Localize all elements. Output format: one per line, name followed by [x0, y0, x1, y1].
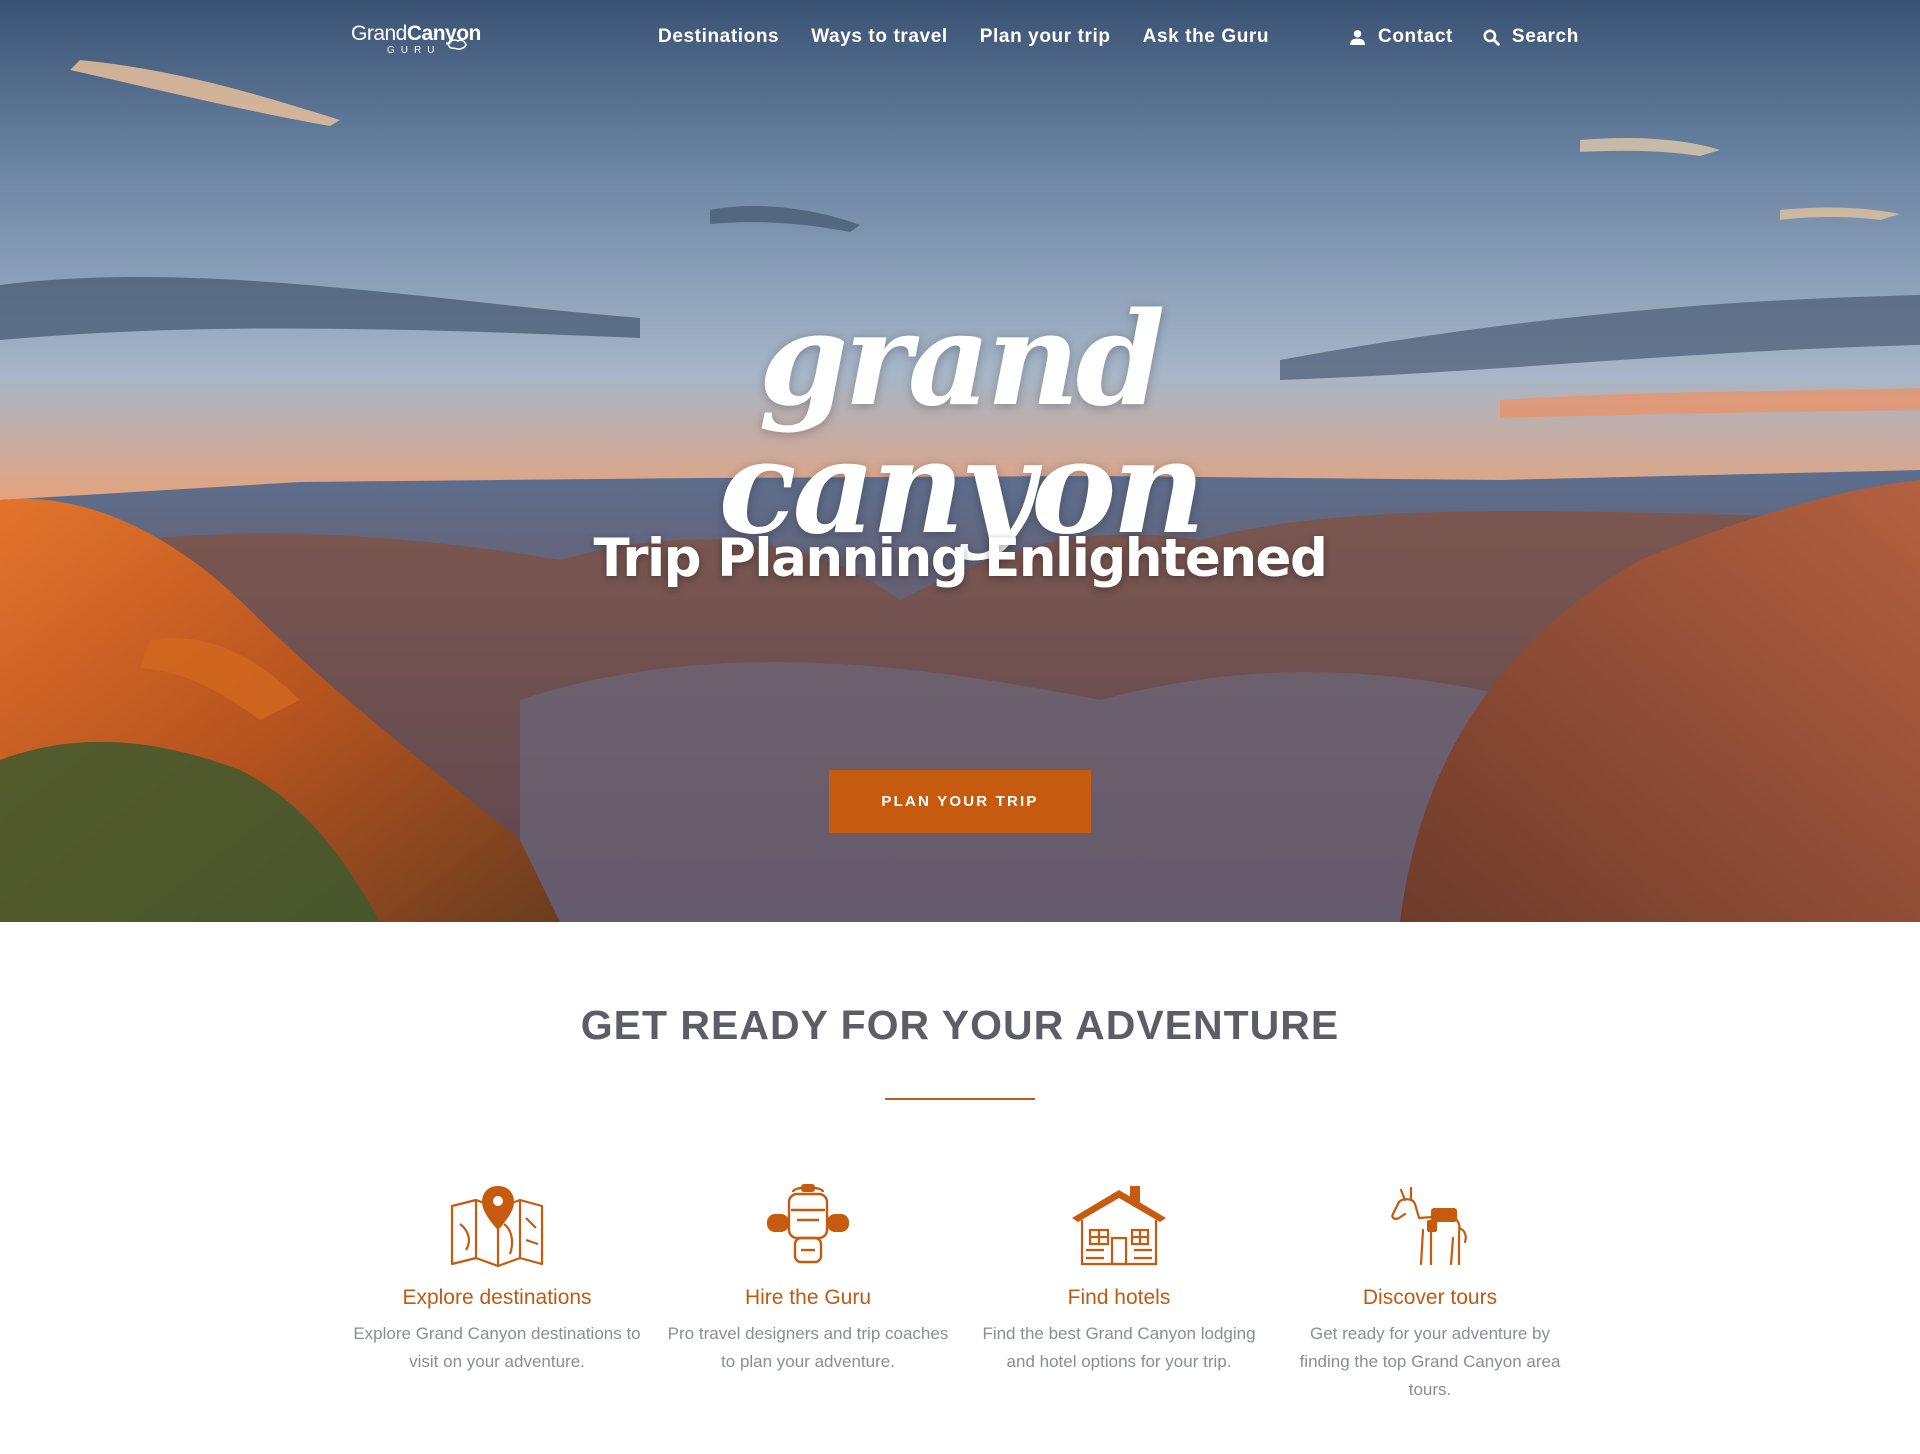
user-icon [1350, 29, 1365, 45]
nav-plan-your-trip[interactable]: Plan your trip [980, 26, 1111, 48]
utility-links: Contact Search [1349, 26, 1579, 48]
map-pin-icon [450, 1186, 544, 1268]
feature-title: Find hotels [1067, 1286, 1171, 1309]
feature-hire-the-guru[interactable]: Hire the Guru Pro travel designers and t… [663, 1184, 953, 1376]
feature-discover-tours[interactable]: Discover tours Get ready for your advent… [1285, 1184, 1575, 1404]
contact-label: Contact [1378, 26, 1453, 47]
feature-title: Discover tours [1362, 1286, 1498, 1309]
feature-description: Find the best Grand Canyon lodging and h… [982, 1324, 1256, 1371]
search-label: Search [1511, 26, 1579, 47]
section-divider [885, 1098, 1035, 1100]
main-menu: Destinations Ways to travel Plan your tr… [658, 26, 1301, 48]
feature-description: Pro travel designers and trip coaches to… [667, 1324, 949, 1371]
feature-list: Explore destinations Explore Grand Canyo… [352, 1184, 1568, 1399]
hero-banner: GrandCanyon GURU Destinations Ways to tr… [0, 0, 1920, 922]
feature-description: Get ready for your adventure by finding … [1299, 1324, 1561, 1399]
backpack-icon [767, 1184, 849, 1264]
feature-explore-destinations[interactable]: Explore destinations Explore Grand Canyo… [352, 1184, 642, 1376]
feature-description: Explore Grand Canyon destinations to vis… [353, 1324, 641, 1371]
mule-icon [1391, 1186, 1467, 1266]
nav-ask-the-guru[interactable]: Ask the Guru [1143, 26, 1270, 48]
plan-your-trip-button[interactable]: PLAN YOUR TRIP [829, 770, 1091, 833]
logo-tagline: GURU [387, 45, 441, 56]
top-navigation: GrandCanyon GURU Destinations Ways to tr… [0, 0, 1920, 80]
search-icon [1483, 29, 1500, 46]
section-title: GET READY FOR YOUR ADVENTURE [580, 1002, 1340, 1048]
nav-destinations[interactable]: Destinations [658, 26, 779, 48]
search-link[interactable]: Search [1483, 26, 1579, 48]
nav-ways-to-travel[interactable]: Ways to travel [811, 26, 948, 48]
contact-link[interactable]: Contact [1349, 26, 1453, 48]
feature-title: Hire the Guru [744, 1286, 872, 1309]
hero-subtitle: Trip Planning Enlightened [593, 528, 1328, 589]
site-logo[interactable]: GrandCanyon GURU [351, 22, 481, 58]
cabin-icon [1072, 1186, 1166, 1266]
logo-mule-icon [447, 39, 467, 50]
hero-title: grand canyon [718, 285, 1206, 563]
feature-find-hotels[interactable]: Find hotels Find the best Grand Canyon l… [974, 1184, 1264, 1376]
feature-title: Explore destinations [402, 1286, 592, 1309]
